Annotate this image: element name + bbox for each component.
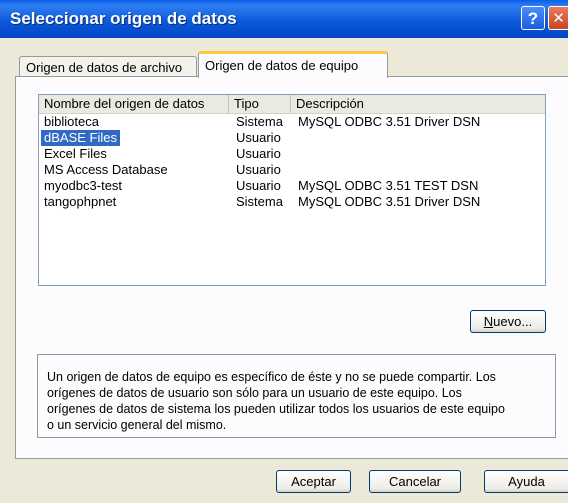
column-header-description[interactable]: Descripción xyxy=(291,95,545,113)
cancel-button[interactable]: Cancelar xyxy=(369,470,461,493)
window-title: Seleccionar origen de datos xyxy=(10,9,237,28)
info-line: orígenes de datos de usuario son sólo pa… xyxy=(47,386,462,400)
title-bar: Seleccionar origen de datos ? ✕ xyxy=(0,0,568,38)
info-line: Un origen de datos de equipo es específi… xyxy=(47,370,496,384)
source-type: Sistema xyxy=(236,114,283,129)
list-header: Nombre del origen de datos Tipo Descripc… xyxy=(39,95,545,114)
source-name: MS Access Database xyxy=(44,162,168,177)
close-icon[interactable]: ✕ xyxy=(548,6,568,30)
tab-panel: Nombre del origen de datos Tipo Descripc… xyxy=(15,76,568,459)
source-name: dBASE Files xyxy=(41,130,120,146)
source-type: Usuario xyxy=(236,178,281,193)
source-description: MySQL ODBC 3.51 Driver DSN xyxy=(298,114,481,129)
accelerator-key: N xyxy=(483,314,494,329)
data-source-list[interactable]: Nombre del origen de datos Tipo Descripc… xyxy=(38,94,546,286)
info-description-box: Un origen de datos de equipo es específi… xyxy=(37,354,556,438)
new-data-source-button[interactable]: Nuevo... xyxy=(470,310,546,333)
source-description: MySQL ODBC 3.51 TEST DSN xyxy=(298,178,479,193)
info-line: orígenes de datos de sistema los pueden … xyxy=(47,402,505,416)
source-name: myodbc3-test xyxy=(44,178,123,193)
help-button[interactable]: Ayuda xyxy=(484,470,568,493)
source-description: MySQL ODBC 3.51 Driver DSN xyxy=(298,194,481,209)
source-name: tangophpnet xyxy=(44,194,117,209)
source-type: Usuario xyxy=(236,146,281,161)
accept-button[interactable]: Aceptar xyxy=(276,470,351,493)
tab-file-data-source[interactable]: Origen de datos de archivo xyxy=(19,56,197,77)
info-line: o un servicio general del mismo. xyxy=(47,418,227,432)
source-type: Usuario xyxy=(236,162,281,177)
source-name: biblioteca xyxy=(44,114,99,129)
tab-machine-data-source[interactable]: Origen de datos de equipo xyxy=(198,51,388,78)
source-type: Sistema xyxy=(236,194,283,209)
source-name: Excel Files xyxy=(44,146,107,161)
button-label-suffix: uevo... xyxy=(493,314,533,329)
column-header-name[interactable]: Nombre del origen de datos xyxy=(39,95,229,113)
help-icon[interactable]: ? xyxy=(521,6,545,30)
source-type: Usuario xyxy=(236,130,281,145)
column-header-type[interactable]: Tipo xyxy=(229,95,291,113)
